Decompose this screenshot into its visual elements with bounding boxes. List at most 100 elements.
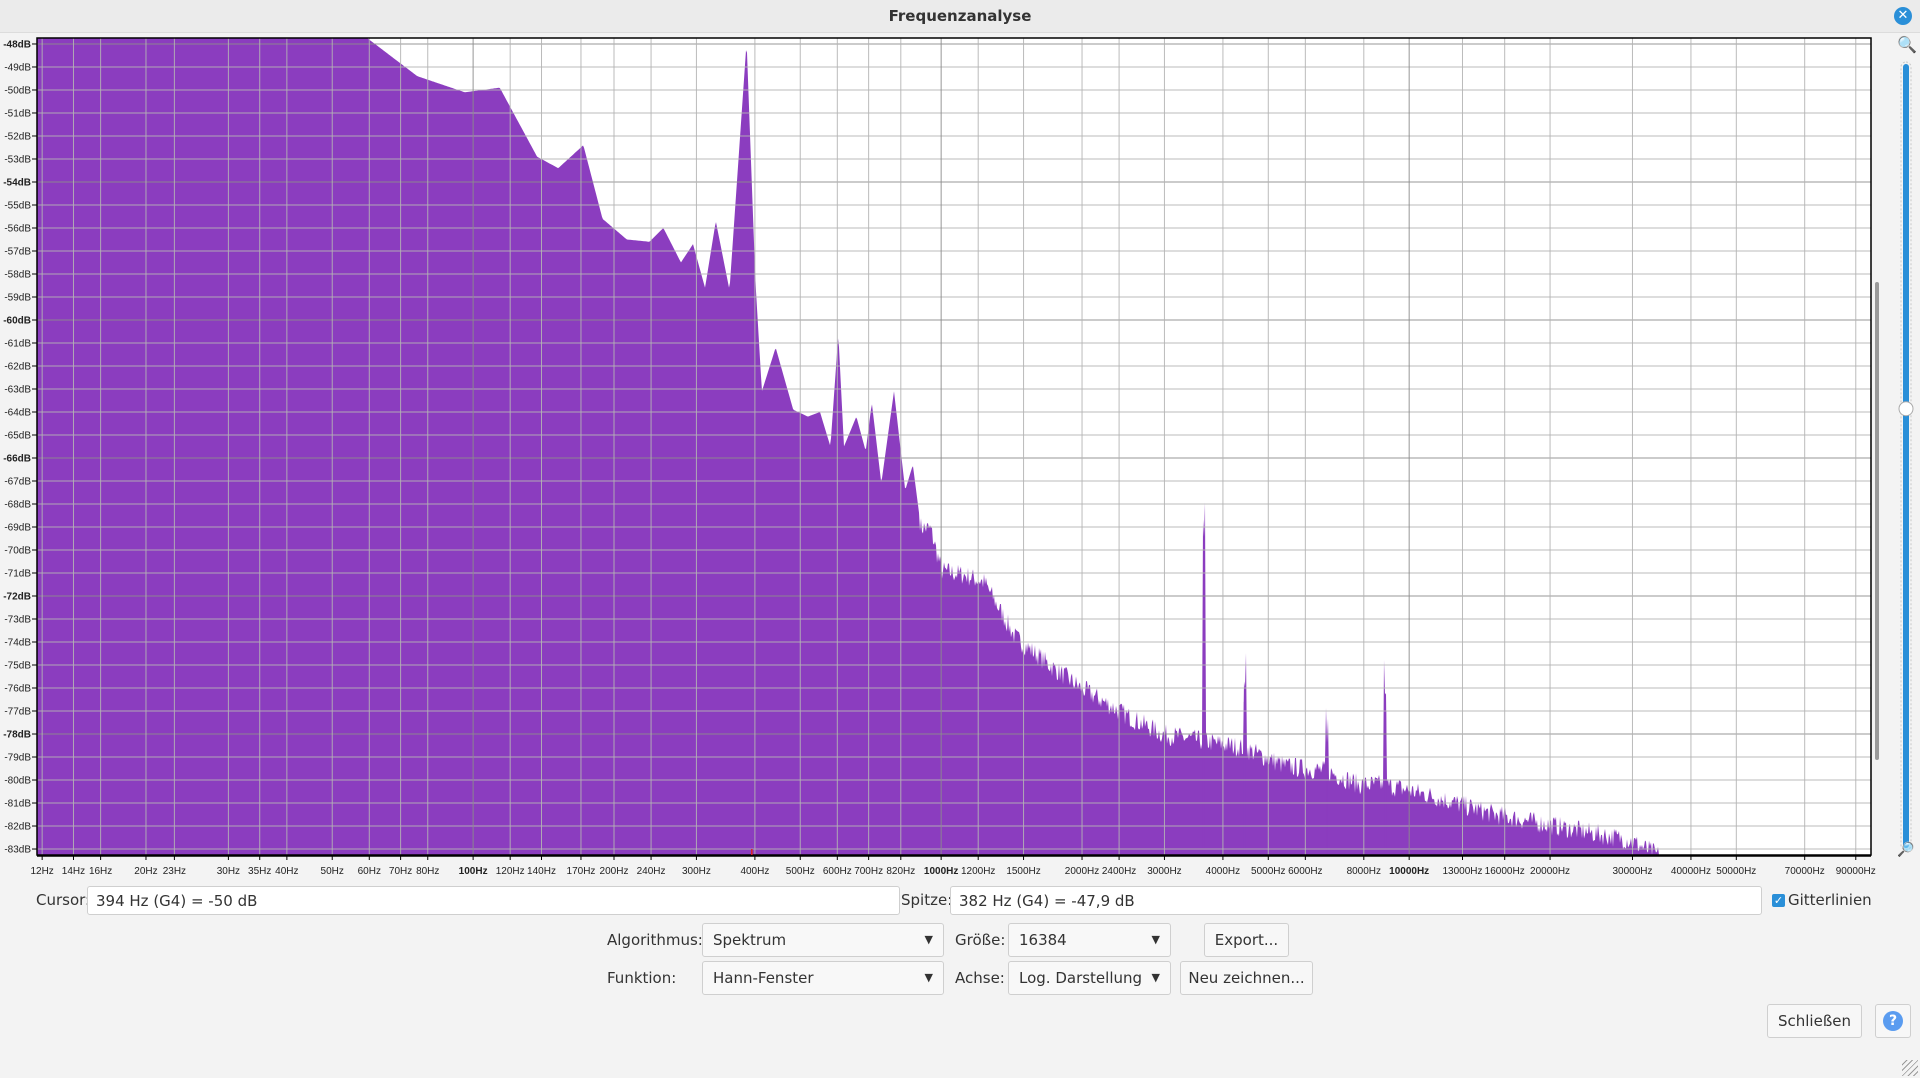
- x-tick-label: 80Hz: [416, 866, 439, 877]
- help-icon: ?: [1883, 1011, 1903, 1031]
- x-tick-label: 40Hz: [275, 866, 298, 877]
- y-tick-label: -48dB: [3, 39, 31, 50]
- vertical-scrollbar[interactable]: [1875, 282, 1879, 760]
- x-tick-label: 5000Hz: [1251, 866, 1285, 877]
- peak-label: Spitze:: [901, 891, 953, 909]
- x-tick-label: 30000Hz: [1612, 866, 1652, 877]
- size-label: Größe:: [955, 931, 1006, 949]
- x-tick-label: 500Hz: [786, 866, 815, 877]
- y-tick-label: -51dB: [4, 108, 31, 119]
- x-tick-label: 50Hz: [321, 866, 344, 877]
- x-tick-label: 40000Hz: [1671, 866, 1711, 877]
- x-tick-label: 30Hz: [217, 866, 240, 877]
- y-tick-label: -79dB: [4, 753, 31, 764]
- x-tick-label: 16000Hz: [1485, 866, 1525, 877]
- y-tick-label: -68dB: [4, 500, 31, 511]
- x-tick-label: 20Hz: [134, 866, 157, 877]
- gridlines-label[interactable]: Gitterlinien: [1788, 891, 1872, 909]
- y-tick-label: -67dB: [4, 477, 31, 488]
- x-tick-label: 1500Hz: [1006, 866, 1040, 877]
- y-tick-label: -57dB: [4, 246, 31, 257]
- function-select[interactable]: Hann-Fenster ▼: [702, 961, 944, 995]
- y-tick-label: -50dB: [4, 85, 31, 96]
- resize-grip[interactable]: [1902, 1060, 1918, 1076]
- y-tick-label: -81dB: [4, 799, 31, 810]
- y-tick-label: -63dB: [4, 384, 31, 395]
- y-tick-label: -58dB: [4, 269, 31, 280]
- x-tick-label: 12Hz: [30, 866, 53, 877]
- y-tick-label: -52dB: [4, 131, 31, 142]
- chevron-down-icon: ▼: [924, 933, 933, 946]
- redraw-button[interactable]: Neu zeichnen...: [1180, 961, 1313, 995]
- zoom-in-icon[interactable]: 🔍: [1897, 34, 1917, 54]
- help-button[interactable]: ?: [1875, 1004, 1911, 1038]
- y-tick-label: -80dB: [4, 776, 31, 787]
- x-tick-label: 120Hz: [496, 866, 525, 877]
- x-tick-label: 16Hz: [89, 866, 112, 877]
- export-button[interactable]: Export...: [1204, 923, 1289, 957]
- axis-label: Achse:: [955, 969, 1005, 987]
- y-tick-label: -74dB: [4, 638, 31, 649]
- chevron-down-icon: ▼: [1151, 933, 1160, 946]
- x-tick-label: 35Hz: [248, 866, 271, 877]
- y-tick-label: -55dB: [4, 200, 31, 211]
- x-tick-label: 300Hz: [682, 866, 711, 877]
- chevron-down-icon: ▼: [1151, 971, 1160, 984]
- y-tick-label: -76dB: [4, 684, 31, 695]
- x-tick-label: 600Hz: [823, 866, 852, 877]
- cursor-label: Cursor:: [36, 891, 91, 909]
- x-tick-label: 3000Hz: [1147, 866, 1181, 877]
- zoom-slider-thumb[interactable]: [1898, 401, 1914, 417]
- y-tick-label: -64dB: [4, 407, 31, 418]
- x-tick-label: 140Hz: [527, 866, 556, 877]
- spectrum-chart[interactable]: -48dB -49dB -50dB -51dB -52dB -53dB -54dB -55dB…: [0, 32, 1920, 882]
- y-tick-label: -65dB: [4, 430, 31, 441]
- x-tick-label: 400Hz: [740, 866, 769, 877]
- zoom-out-icon[interactable]: 🔎: [1897, 840, 1915, 858]
- function-label: Funktion:: [607, 969, 677, 987]
- x-tick-label: 1200Hz: [961, 866, 995, 877]
- x-tick-label: 170Hz: [567, 866, 596, 877]
- x-tick-label: 820Hz: [886, 866, 915, 877]
- y-tick-label: -72dB: [3, 592, 31, 603]
- close-window-icon[interactable]: ✕: [1894, 7, 1912, 25]
- y-tick-label: -61dB: [4, 338, 31, 349]
- x-tick-label: 4000Hz: [1206, 866, 1240, 877]
- x-tick-label: 13000Hz: [1442, 866, 1482, 877]
- x-tick-label: 70000Hz: [1785, 866, 1825, 877]
- y-tick-label: -59dB: [4, 292, 31, 303]
- gridlines-checkbox[interactable]: ✓: [1772, 894, 1785, 907]
- size-select[interactable]: 16384 ▼: [1008, 923, 1171, 957]
- x-tick-label: 23Hz: [163, 866, 186, 877]
- y-tick-label: -77dB: [4, 707, 31, 718]
- y-tick-label: -83dB: [4, 845, 31, 856]
- x-tick-label: 240Hz: [637, 866, 666, 877]
- algorithm-select[interactable]: Spektrum ▼: [702, 923, 944, 957]
- x-tick-label: 2000Hz: [1065, 866, 1099, 877]
- size-value: 16384: [1019, 931, 1067, 949]
- close-button[interactable]: Schließen: [1767, 1004, 1862, 1038]
- x-tick-label: 6000Hz: [1288, 866, 1322, 877]
- y-tick-label: -56dB: [4, 223, 31, 234]
- y-tick-label: -53dB: [4, 154, 31, 165]
- y-tick-label: -60dB: [3, 315, 31, 326]
- y-tick-label: -54dB: [3, 177, 31, 188]
- x-tick-label: 100Hz: [459, 866, 488, 877]
- y-tick-label: -78dB: [3, 730, 31, 741]
- y-tick-label: -71dB: [4, 569, 31, 580]
- function-value: Hann-Fenster: [713, 969, 814, 987]
- peak-readout-field[interactable]: 382 Hz (G4) = -47,9 dB: [950, 886, 1762, 915]
- x-tick-label: 70Hz: [389, 866, 412, 877]
- x-tick-label: 20000Hz: [1530, 866, 1570, 877]
- x-tick-label: 50000Hz: [1716, 866, 1756, 877]
- x-tick-label: 1000Hz: [924, 866, 958, 877]
- y-tick-label: -73dB: [4, 615, 31, 626]
- cursor-readout-field[interactable]: 394 Hz (G4) = -50 dB: [87, 886, 900, 915]
- y-tick-label: -49dB: [4, 62, 31, 73]
- axis-select[interactable]: Log. Darstellung ▼: [1008, 961, 1171, 995]
- chevron-down-icon: ▼: [924, 971, 933, 984]
- x-tick-label: 200Hz: [600, 866, 629, 877]
- title-bar: Frequenzanalyse ✕: [0, 0, 1920, 33]
- x-tick-label: 10000Hz: [1389, 866, 1429, 877]
- y-tick-label: -82dB: [4, 822, 31, 833]
